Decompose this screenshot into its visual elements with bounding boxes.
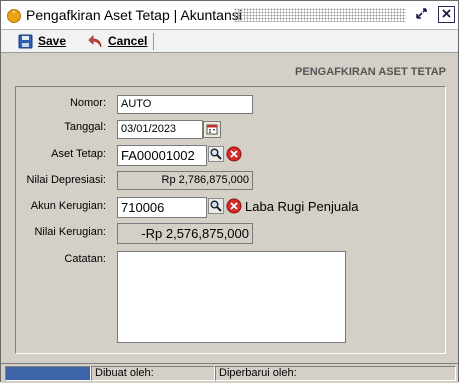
aset-tetap-field[interactable]: FA00001002 — [117, 145, 207, 166]
akun-search-button[interactable] — [208, 198, 224, 214]
form-area: PENGAFKIRAN ASET TETAP Nomor: AUTO Tangg… — [1, 53, 458, 362]
nilai-depresiasi-label: Nilai Depresiasi: — [26, 174, 106, 186]
toolbar-separator — [153, 33, 154, 50]
aset-search-button[interactable] — [208, 146, 224, 162]
tanggal-label: Tanggal: — [64, 121, 106, 133]
nilai-depresiasi-field: Rp 2,786,875,000 — [117, 171, 253, 190]
cancel-label: Cancel — [108, 34, 148, 48]
close-icon[interactable] — [438, 6, 455, 23]
akun-kerugian-label: Akun Kerugian: — [30, 200, 106, 212]
nilai-kerugian-field: -Rp 2,576,875,000 — [117, 223, 253, 244]
app-window: ˄ Pengafkiran Aset Tetap | Akuntansi Sav… — [0, 0, 459, 383]
delete-icon — [226, 198, 242, 214]
calendar-button[interactable] — [203, 121, 221, 138]
progress-bar — [5, 366, 91, 381]
catatan-label: Catatan: — [64, 253, 106, 265]
title-drag-grip[interactable] — [234, 8, 406, 22]
akun-kerugian-name: Laba Rugi Penjuala — [245, 199, 359, 214]
delete-icon — [226, 146, 242, 162]
search-icon — [208, 198, 224, 214]
chevron-up-circle-icon[interactable]: ˄ — [7, 9, 21, 23]
nilai-kerugian-label: Nilai Kerugian: — [34, 226, 106, 238]
floppy-disk-icon — [18, 34, 33, 49]
search-icon — [208, 146, 224, 162]
status-bar: Dibuat oleh: Diperbarui oleh: — [1, 363, 458, 383]
akun-kerugian-field[interactable]: 710006 — [117, 197, 207, 218]
catatan-textarea[interactable] — [117, 251, 346, 343]
progress-fill — [6, 367, 90, 380]
created-by: Dibuat oleh: — [91, 366, 215, 381]
nomor-label: Nomor: — [69, 97, 106, 109]
cancel-button[interactable]: Cancel — [88, 31, 147, 51]
updated-by: Diperbarui oleh: — [215, 366, 456, 381]
form-heading: PENGAFKIRAN ASET TETAP — [295, 66, 446, 78]
akun-clear-button[interactable] — [226, 198, 242, 214]
tanggal-field[interactable]: 03/01/2023 — [117, 120, 203, 139]
aset-clear-button[interactable] — [226, 146, 242, 162]
save-label: Save — [38, 34, 67, 48]
aset-tetap-label: Aset Tetap: — [51, 148, 106, 160]
save-button[interactable]: Save — [18, 31, 66, 51]
title-bar[interactable]: ˄ Pengafkiran Aset Tetap | Akuntansi — [1, 1, 458, 30]
restore-icon[interactable] — [413, 6, 430, 23]
nomor-field[interactable]: AUTO — [117, 95, 253, 114]
form-panel: Nomor: AUTO Tanggal: 03/01/2023 Aset Tet… — [15, 86, 446, 354]
undo-arrow-icon — [88, 34, 103, 49]
window-title: Pengafkiran Aset Tetap | Akuntansi — [26, 7, 242, 23]
calendar-icon — [206, 124, 218, 135]
toolbar: Save Cancel — [1, 30, 458, 53]
